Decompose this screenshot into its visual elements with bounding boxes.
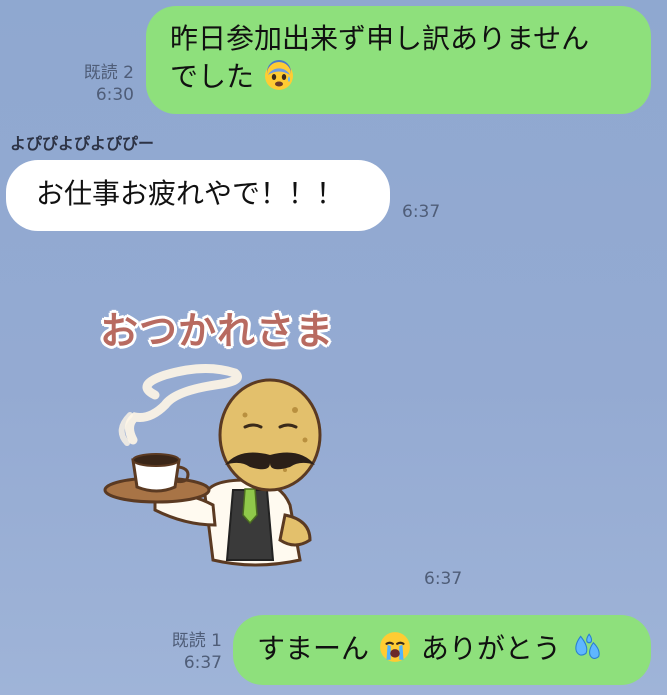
outgoing-message-bubble[interactable]: 昨日参加出来ず申し訳ありません でした: [146, 6, 651, 114]
read-receipt-1: 既読 2 6:30: [78, 62, 134, 106]
incoming-message-bubble[interactable]: お仕事お疲れやで！！！: [6, 160, 390, 231]
crying-face-emoji-icon: [380, 632, 410, 662]
message-text: すまーん: [257, 632, 370, 665]
message-text: でした: [170, 60, 255, 93]
timestamp: 6:37: [402, 202, 441, 222]
timestamp: 6:37: [183, 653, 222, 673]
sender-name: よぴぴよぴよぴぴー: [10, 134, 155, 153]
message-text-line-2: でした: [170, 58, 627, 96]
fearful-sweat-emoji-icon: [264, 60, 293, 90]
read-receipt-2: 既読 1 6:37: [164, 630, 222, 674]
timestamp: 6:30: [95, 85, 134, 105]
message-text: ありがとう: [420, 632, 561, 665]
potato-gentleman-coffee-sticker: [103, 363, 322, 567]
message-text: お仕事お疲れやで！！！: [36, 177, 345, 210]
sweat-droplets-emoji-icon: [575, 633, 600, 659]
outgoing-message-bubble[interactable]: すまーん ありがとう: [233, 615, 651, 685]
sticker-caption: おつかれさま: [100, 309, 335, 353]
read-count-label: 既読 1: [171, 631, 222, 651]
timestamp: 6:37: [424, 569, 463, 589]
read-count-label: 既読 2: [83, 63, 134, 83]
message-text-line: 昨日参加出来ず申し訳ありません: [170, 22, 590, 55]
